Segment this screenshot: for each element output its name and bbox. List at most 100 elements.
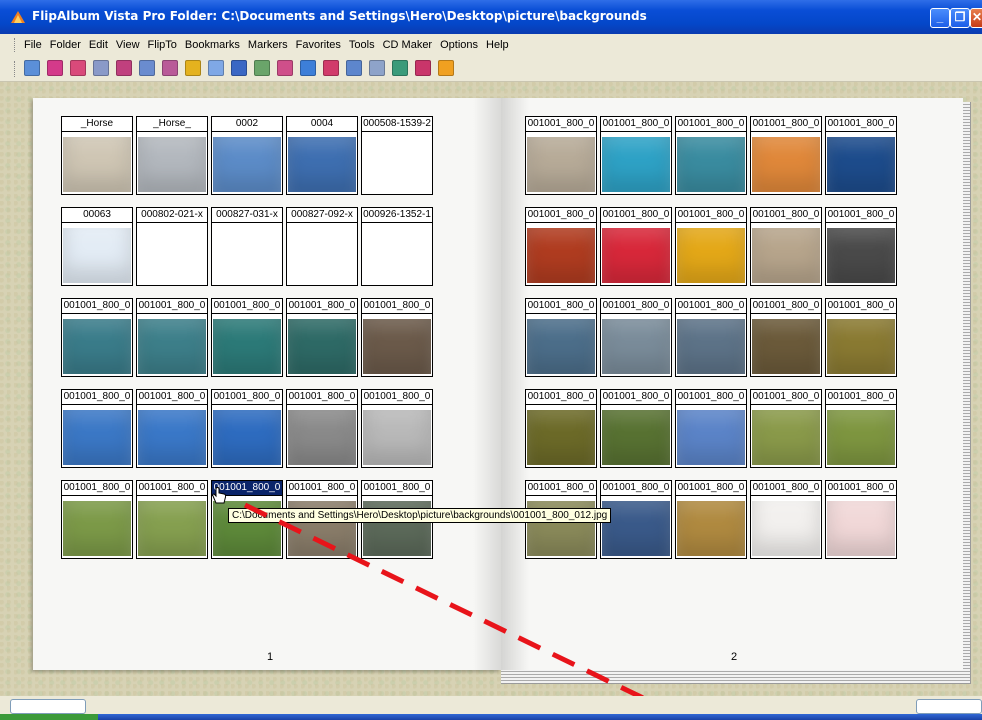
film-icon[interactable] [277, 60, 293, 76]
close-button[interactable]: ✕ [970, 8, 982, 28]
slideshow-icon[interactable] [323, 60, 339, 76]
photo-thumbnail[interactable]: 001001_800_0 [825, 389, 897, 468]
thumbnail-image [63, 501, 131, 556]
edit-icon[interactable] [254, 60, 270, 76]
photo-thumbnail[interactable]: 001001_800_0 [525, 389, 597, 468]
photo-thumbnail[interactable]: 001001_800_0 [136, 480, 208, 559]
restore-button[interactable]: ❐ [950, 8, 970, 28]
photo-thumbnail[interactable]: 001001_800_0 [136, 389, 208, 468]
menu-tools[interactable]: Tools [349, 39, 375, 51]
thumbnail-label: 001001_800_0 [601, 481, 671, 496]
photo-thumbnail[interactable]: 001001_800_0 [286, 389, 358, 468]
photo-thumbnail[interactable]: 001001_800_0 [61, 389, 133, 468]
menu-options[interactable]: Options [440, 39, 478, 51]
photo-thumbnail[interactable]: _Horse [61, 116, 133, 195]
hand-cursor-icon [212, 486, 227, 504]
menu-folder[interactable]: Folder [50, 39, 81, 51]
menu-bookmarks[interactable]: Bookmarks [185, 39, 240, 51]
thumbnail-image [363, 319, 431, 374]
toolbar-grip[interactable] [14, 61, 17, 77]
photo-thumbnail[interactable]: 001001_800_0 [600, 116, 672, 195]
photo-thumbnail[interactable]: 001001_800_0 [750, 298, 822, 377]
bookmark-icon[interactable] [47, 60, 63, 76]
thumbnail-label: 000508-1539-2 [362, 117, 432, 132]
photo-thumbnail[interactable]: 001001_800_0 [361, 298, 433, 377]
thumbnail-image [213, 319, 281, 374]
open-book-icon[interactable] [70, 60, 86, 76]
thumbnail-label: 001001_800_0 [526, 117, 596, 132]
photo-thumbnail[interactable]: 001001_800_0 [675, 207, 747, 286]
photo-thumbnail[interactable]: 001001_800_0 [675, 116, 747, 195]
photo-thumbnail[interactable]: 001001_800_0 [525, 298, 597, 377]
photo-thumbnail[interactable]: 000827-031-x [211, 207, 283, 286]
menu-view[interactable]: View [116, 39, 140, 51]
photo-thumbnail[interactable]: 001001_800_0 [600, 389, 672, 468]
start-button[interactable] [0, 714, 98, 720]
photo-thumbnail[interactable]: 001001_800_0 [750, 207, 822, 286]
help-icon[interactable] [438, 60, 454, 76]
page-icon[interactable] [93, 60, 109, 76]
photo-thumbnail[interactable]: 000827-092-x [286, 207, 358, 286]
photo-thumbnail[interactable]: 000508-1539-2 [361, 116, 433, 195]
home-icon[interactable] [392, 60, 408, 76]
thumbnail-image [527, 319, 595, 374]
thumbnail-label: 000827-031-x [212, 208, 282, 223]
menu-help[interactable]: Help [486, 39, 509, 51]
zoom-icon[interactable] [300, 60, 316, 76]
thumbnail-label: 001001_800_0 [526, 208, 596, 223]
photo-thumbnail[interactable]: 001001_800_0 [600, 298, 672, 377]
photo-thumbnail[interactable]: 001001_800_0 [750, 480, 822, 559]
thumbnail-label: 001001_800_0 [62, 390, 132, 405]
menu-grip[interactable] [14, 38, 17, 52]
photo-thumbnail[interactable]: 0004 [286, 116, 358, 195]
thumbnail-label: 001001_800_0 [676, 208, 746, 223]
menu-file[interactable]: File [24, 39, 42, 51]
photo-thumbnail[interactable]: 001001_800_0 [825, 207, 897, 286]
photo-thumbnail[interactable]: 001001_800_0 [61, 298, 133, 377]
photo-thumbnail[interactable]: 001001_800_0 [361, 389, 433, 468]
pages-icon[interactable] [139, 60, 155, 76]
photo-thumbnail[interactable]: 001001_800_0 [675, 480, 747, 559]
photo-thumbnail[interactable]: _Horse_ [136, 116, 208, 195]
print-icon[interactable] [369, 60, 385, 76]
thumbnail-image [602, 410, 670, 465]
photo-thumbnail[interactable]: 001001_800_0 [286, 298, 358, 377]
minimize-button[interactable]: _ [930, 8, 950, 28]
thumbnail-image [752, 137, 820, 192]
photo-thumbnail[interactable]: 0002 [211, 116, 283, 195]
minimize-icon: _ [936, 10, 944, 24]
photo-thumbnail[interactable]: 000802-021-x [136, 207, 208, 286]
menu-edit[interactable]: Edit [89, 39, 108, 51]
menu-favorites[interactable]: Favorites [296, 39, 341, 51]
photo-thumbnail[interactable]: 001001_800_0 [825, 480, 897, 559]
columns-icon[interactable] [231, 60, 247, 76]
photo-thumbnail[interactable]: 001001_800_0 [750, 116, 822, 195]
photo-thumbnail[interactable]: 001001_800_0 [675, 389, 747, 468]
pointer-icon[interactable] [415, 60, 431, 76]
photo-thumbnail[interactable]: 001001_800_0 [825, 298, 897, 377]
photo-thumbnail[interactable]: 001001_800_0 [525, 116, 597, 195]
menu-flipto[interactable]: FlipTo [148, 39, 177, 51]
view-icon[interactable] [24, 60, 40, 76]
photo-thumbnail[interactable]: 001001_800_0 [61, 480, 133, 559]
photo-thumbnail[interactable]: 001001_800_0 [525, 207, 597, 286]
screen-icon[interactable] [346, 60, 362, 76]
menu-cd-maker[interactable]: CD Maker [383, 39, 433, 51]
thumbnail-image [527, 137, 595, 192]
contents-icon[interactable] [162, 60, 178, 76]
photo-thumbnail[interactable]: 001001_800_0 [600, 207, 672, 286]
photo-thumbnail[interactable]: 001001_800_0 [136, 298, 208, 377]
photo-thumbnail[interactable]: 001001_800_0 [750, 389, 822, 468]
photo-thumbnail[interactable]: 001001_800_0 [825, 116, 897, 195]
arrow-icon[interactable] [208, 60, 224, 76]
photo-thumbnail[interactable]: 00063 [61, 207, 133, 286]
photo-thumbnail[interactable]: 001001_800_0 [211, 389, 283, 468]
photo-thumbnail[interactable]: 000926-1352-1 [361, 207, 433, 286]
photo-thumbnail[interactable]: 001001_800_0 [675, 298, 747, 377]
flip-icon[interactable] [116, 60, 132, 76]
add-icon[interactable] [185, 60, 201, 76]
photo-thumbnail[interactable]: 001001_800_0 [211, 298, 283, 377]
thumbnail-image [752, 501, 820, 556]
menu-markers[interactable]: Markers [248, 39, 288, 51]
thumbnail-label: 0004 [287, 117, 357, 132]
